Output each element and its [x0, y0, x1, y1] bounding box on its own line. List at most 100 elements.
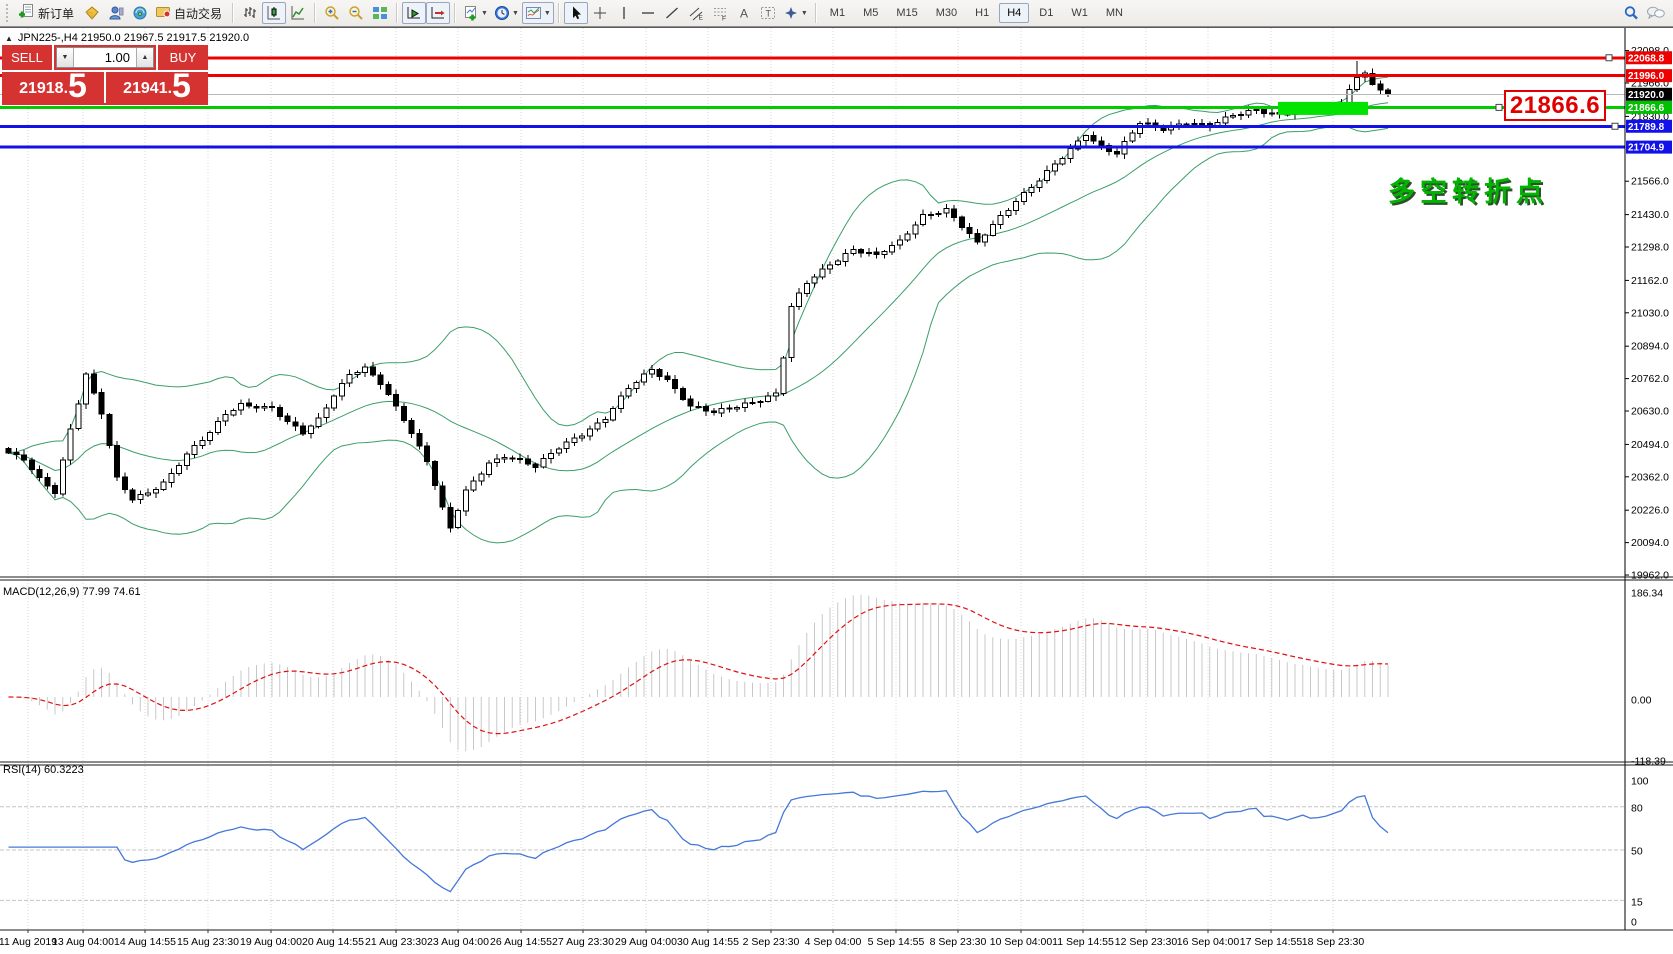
time-axis-label: 14 Aug 14:55 — [114, 936, 176, 948]
chat-icon[interactable] — [1643, 2, 1669, 24]
equidistant-channel-button[interactable]: E — [684, 2, 708, 24]
time-axis-label: 15 Aug 23:30 — [177, 936, 239, 948]
price-tag-text: 21920.0 — [1628, 90, 1665, 101]
candlesticks — [6, 61, 1391, 533]
search-icon[interactable] — [1619, 2, 1643, 24]
auto-scroll-button[interactable] — [402, 2, 426, 24]
crosshair-button[interactable] — [588, 2, 612, 24]
tile-windows-button[interactable] — [368, 2, 392, 24]
new-order-icon — [18, 3, 35, 24]
price-axis-tick: 20494.0 — [1631, 439, 1669, 451]
price-tag-text: 22068.8 — [1628, 53, 1665, 64]
zoom-in-button[interactable] — [320, 2, 344, 24]
volume-input[interactable]: 1.00 — [74, 48, 136, 67]
rsi-axis-label: 0 — [1631, 917, 1637, 929]
timeframe-clock-button[interactable]: ▼ — [491, 2, 522, 24]
toolbar-separator — [314, 3, 316, 23]
sell-price-display[interactable]: 21918.5 — [2, 72, 104, 103]
candlestick-chart-icon[interactable] — [262, 2, 286, 24]
line-chart-icon[interactable] — [286, 2, 310, 24]
rsi-axis-label: 100 — [1631, 776, 1649, 788]
buy-price-display[interactable]: 21941.5 — [104, 72, 208, 103]
timeframe-button-d1[interactable]: D1 — [1031, 3, 1061, 23]
price-tag-text: 21789.8 — [1628, 122, 1665, 133]
new-order-button[interactable]: 新订单 — [15, 2, 80, 24]
chart-window[interactable]: 22098.021966.021830.021566.021430.021298… — [0, 27, 1673, 954]
price-lines[interactable] — [0, 58, 1625, 147]
svg-text:F: F — [722, 16, 726, 22]
chart-shift-button[interactable] — [426, 2, 450, 24]
autotrading-button[interactable]: 自动交易 — [152, 2, 228, 24]
trendline-button[interactable] — [660, 2, 684, 24]
price-tag-text: 21996.0 — [1628, 71, 1665, 82]
time-axis-label: 26 Aug 14:55 — [490, 936, 552, 948]
svg-text:A: A — [740, 7, 748, 21]
indicator-template-button[interactable]: ▼ — [522, 2, 554, 24]
text-label-button[interactable]: T — [756, 2, 780, 24]
price-axis-tick: 20762.0 — [1631, 373, 1669, 385]
chevron-down-icon: ▼ — [801, 10, 808, 17]
timeframe-button-w1[interactable]: W1 — [1063, 3, 1096, 23]
sell-button[interactable]: SELL — [2, 45, 54, 70]
cursor-button[interactable] — [564, 2, 588, 24]
turning-point-annotation[interactable]: 多空转折点 — [1388, 170, 1548, 209]
macd-axis-label: 186.34 — [1631, 588, 1663, 600]
timeframe-button-h1[interactable]: H1 — [967, 3, 997, 23]
autotrading-icon — [155, 3, 171, 24]
time-axis-label: 21 Aug 23:30 — [365, 936, 427, 948]
one-click-trading-panel: SELL ▼ 1.00 ▲ BUY 21918.5 21941.5 — [2, 45, 208, 105]
rsi-axis-label: 80 — [1631, 803, 1643, 815]
price-axis-tick: 21030.0 — [1631, 307, 1669, 319]
time-axis-label: 17 Sep 14:55 — [1240, 936, 1303, 948]
price-axis-tick: 20362.0 — [1631, 471, 1669, 483]
timeframe-button-mn[interactable]: MN — [1098, 3, 1131, 23]
rectangle-object[interactable] — [1278, 102, 1368, 115]
new-chart-button[interactable]: ▼ — [460, 2, 491, 24]
timeframe-button-m30[interactable]: M30 — [928, 3, 965, 23]
time-axis-label: 10 Sep 04:00 — [990, 936, 1053, 948]
time-axis-label: 11 Aug 2019 — [0, 936, 57, 948]
volume-increase-button[interactable]: ▲ — [136, 48, 153, 67]
toolbar-separator — [815, 3, 817, 23]
time-axis-label: 27 Aug 23:30 — [552, 936, 614, 948]
time-axis-label: 11 Sep 14:55 — [1052, 936, 1114, 948]
text-button[interactable]: A — [732, 2, 756, 24]
arrow-objects-button[interactable]: ▼ — [780, 2, 811, 24]
zoom-out-button[interactable] — [344, 2, 368, 24]
fibonacci-button[interactable]: F — [708, 2, 732, 24]
chart-canvas[interactable]: 22098.021966.021830.021566.021430.021298… — [0, 28, 1673, 954]
price-axis-tick: 20894.0 — [1631, 341, 1669, 353]
timeframe-button-m5[interactable]: M5 — [855, 3, 886, 23]
line-handle[interactable] — [1612, 123, 1618, 129]
signals-globe-icon[interactable] — [128, 2, 152, 24]
vertical-line-button[interactable] — [612, 2, 636, 24]
horizontal-line-button[interactable] — [636, 2, 660, 24]
collapse-panel-icon[interactable]: ▲ — [5, 34, 13, 43]
price-axis[interactable]: 22098.021966.021830.021566.021430.021298… — [1625, 28, 1673, 954]
chart-symbol-header: ▲ JPN225-,H4 21950.0 21967.5 21917.5 219… — [5, 32, 249, 44]
price-axis-tick: 20226.0 — [1631, 505, 1669, 517]
timeframe-button-m1[interactable]: M1 — [822, 3, 853, 23]
expert-advisor-icon[interactable] — [104, 2, 128, 24]
toolbar-separator — [396, 3, 398, 23]
rsi-line — [9, 791, 1389, 892]
time-axis[interactable]: 11 Aug 201913 Aug 04:0014 Aug 14:5515 Au… — [0, 930, 1364, 948]
gold-gem-icon[interactable] — [80, 2, 104, 24]
svg-text:E: E — [698, 15, 703, 22]
buy-price-main: 21941 — [123, 81, 168, 97]
symbol-ohlc-text: JPN225-,H4 21950.0 21967.5 21917.5 21920… — [18, 32, 249, 44]
price-callout-label[interactable]: 21866.6 — [1504, 90, 1606, 121]
line-handle[interactable] — [1606, 55, 1612, 61]
timeframe-button-h4[interactable]: H4 — [999, 3, 1029, 23]
price-tag-text: 21704.9 — [1628, 143, 1665, 154]
sell-button-label: SELL — [11, 50, 43, 65]
time-axis-label: 19 Aug 04:00 — [240, 936, 302, 948]
timeframe-button-m15[interactable]: M15 — [888, 3, 925, 23]
bar-chart-icon[interactable] — [238, 2, 262, 24]
time-axis-label: 18 Sep 23:30 — [1302, 936, 1365, 948]
price-axis-tick: 20630.0 — [1631, 406, 1669, 418]
timeframe-group: M1M5M15M30H1H4D1W1MN — [821, 3, 1132, 23]
time-axis-label: 8 Sep 23:30 — [930, 936, 987, 948]
line-handle[interactable] — [1496, 104, 1502, 110]
volume-decrease-button[interactable]: ▼ — [57, 48, 74, 67]
